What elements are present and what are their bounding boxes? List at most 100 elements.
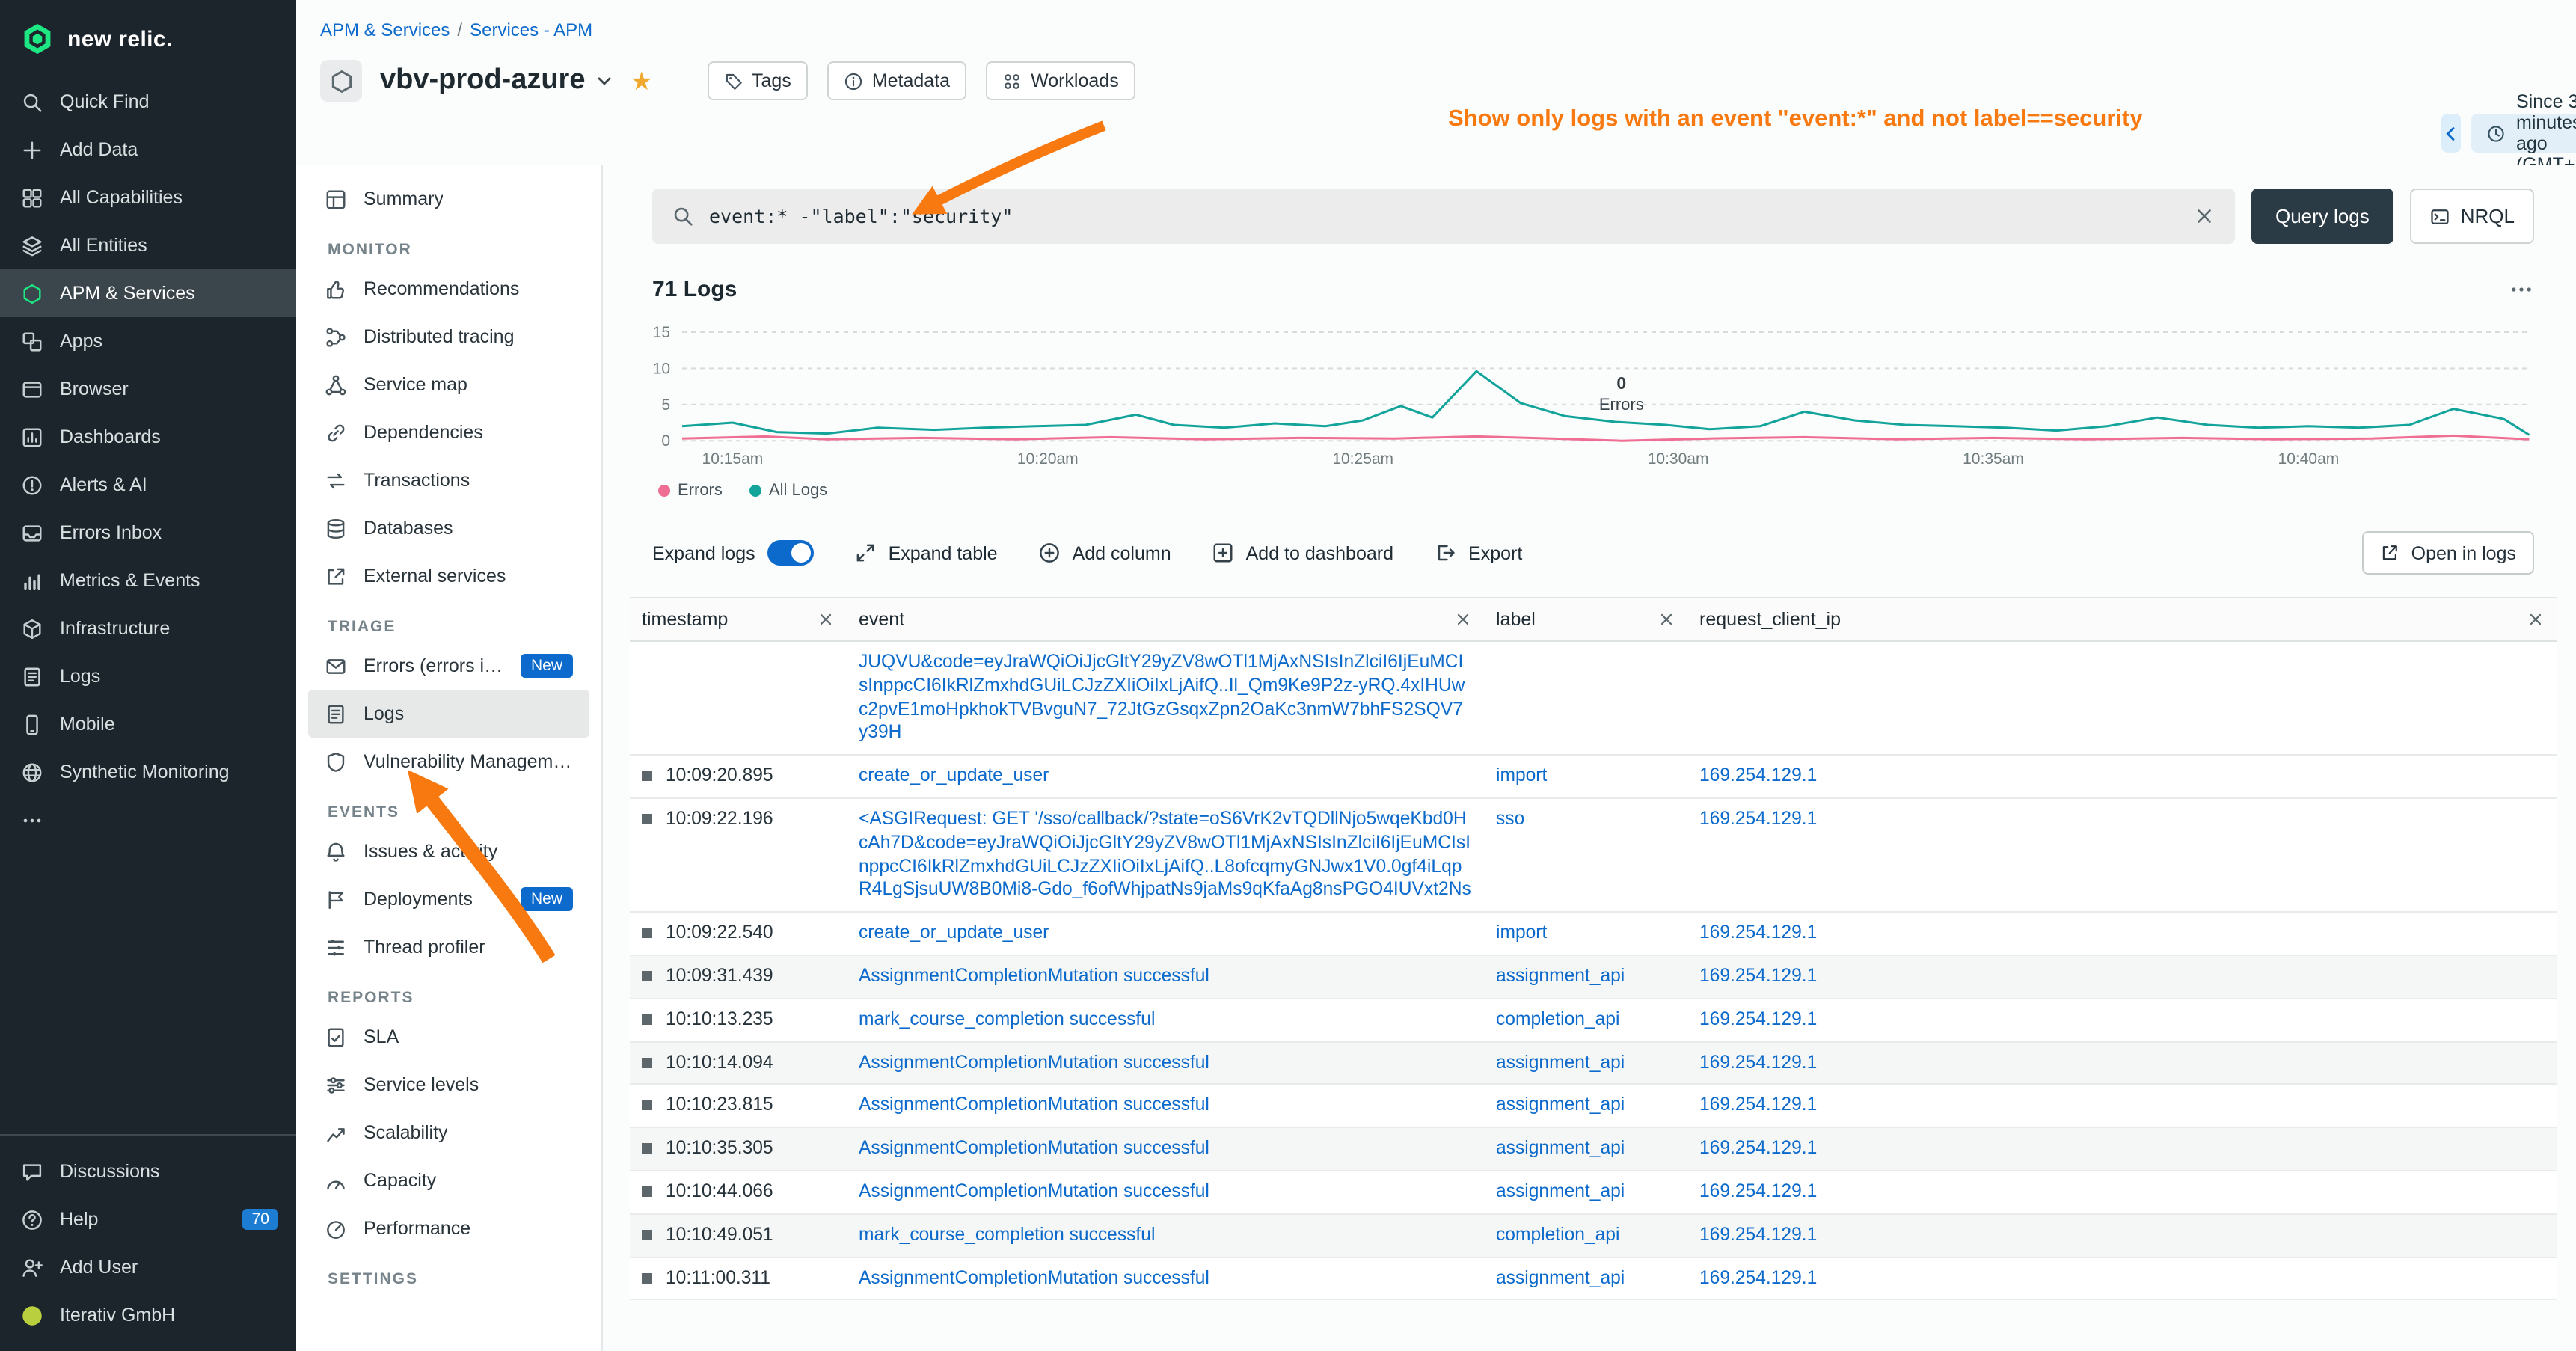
- row-marker[interactable]: [642, 1057, 652, 1067]
- table-row[interactable]: 10:09:31.439AssignmentCompletionMutation…: [630, 956, 2557, 999]
- sidebar-item-synthetic-monitoring[interactable]: Synthetic Monitoring: [0, 748, 296, 796]
- label-link[interactable]: completion_api: [1496, 1224, 1619, 1245]
- row-marker[interactable]: [642, 1143, 652, 1154]
- remove-column-close-icon[interactable]: [1657, 610, 1675, 628]
- sidebar-item-infrastructure[interactable]: Infrastructure: [0, 604, 296, 652]
- row-marker[interactable]: [642, 1272, 652, 1283]
- event-link[interactable]: AssignmentCompletionMutation successful: [859, 1051, 1209, 1072]
- subnav-item-service-levels[interactable]: Service levels: [308, 1061, 589, 1109]
- sidebar-item-discussions[interactable]: Discussions: [0, 1148, 296, 1195]
- ip-link[interactable]: 169.254.129.1: [1699, 765, 1817, 785]
- subnav-item-errors-errors-inb[interactable]: Errors (errors inb...New: [308, 642, 589, 690]
- open-in-logs-button[interactable]: Open in logs: [2362, 531, 2534, 575]
- column-header-timestamp[interactable]: timestamp: [630, 598, 847, 640]
- sidebar-item-add-user[interactable]: Add User: [0, 1243, 296, 1291]
- subnav-item-issues-activity[interactable]: Issues & activity: [308, 827, 589, 875]
- sidebar-item-metrics-events[interactable]: Metrics & Events: [0, 557, 296, 604]
- subnav-item-external-services[interactable]: External services: [308, 552, 589, 600]
- breadcrumb-services-apm[interactable]: Services - APM: [470, 19, 592, 40]
- subnav-item-transactions[interactable]: Transactions: [308, 456, 589, 504]
- table-row[interactable]: 10:10:44.066AssignmentCompletionMutation…: [630, 1171, 2557, 1215]
- subnav-item-summary[interactable]: Summary: [308, 175, 589, 223]
- breadcrumb-apm-services[interactable]: APM & Services: [320, 19, 450, 40]
- column-header-label[interactable]: label: [1484, 598, 1687, 640]
- sidebar-item-help[interactable]: Help70: [0, 1195, 296, 1243]
- ip-link[interactable]: 169.254.129.1: [1699, 1051, 1817, 1072]
- subnav-item-thread-profiler[interactable]: Thread profiler: [308, 923, 589, 971]
- row-marker[interactable]: [642, 971, 652, 981]
- metadata-pill-button[interactable]: Metadata: [827, 61, 966, 100]
- subnav-item-scalability[interactable]: Scalability: [308, 1109, 589, 1157]
- table-row[interactable]: 10:10:23.815AssignmentCompletionMutation…: [630, 1085, 2557, 1129]
- table-row[interactable]: 10:09:22.196<ASGIRequest: GET '/sso/call…: [630, 799, 2557, 913]
- row-marker[interactable]: [642, 1100, 652, 1111]
- remove-column-close-icon[interactable]: [817, 610, 835, 628]
- label-link[interactable]: import: [1496, 765, 1547, 785]
- logs-timeseries-chart[interactable]: 05101510:15am10:20am10:25am10:30am10:35a…: [652, 320, 2576, 479]
- table-row[interactable]: JUQVU&code=eyJraWQiOiJjcGltY29yZV8wOTl1M…: [630, 642, 2557, 756]
- sidebar-item-apps[interactable]: Apps: [0, 317, 296, 365]
- sidebar-item-add-data[interactable]: Add Data: [0, 126, 296, 174]
- row-marker[interactable]: [642, 1230, 652, 1240]
- sidebar-item-errors-inbox[interactable]: Errors Inbox: [0, 509, 296, 557]
- subnav-item-capacity[interactable]: Capacity: [308, 1157, 589, 1204]
- label-link[interactable]: assignment_api: [1496, 1266, 1625, 1287]
- remove-column-close-icon[interactable]: [2527, 610, 2545, 628]
- sidebar-item-dashboards[interactable]: Dashboards: [0, 413, 296, 461]
- row-marker[interactable]: [642, 814, 652, 824]
- subnav-item-dependencies[interactable]: Dependencies: [308, 408, 589, 456]
- remove-column-close-icon[interactable]: [1454, 610, 1472, 628]
- sidebar-item-all-entities[interactable]: All Entities: [0, 221, 296, 269]
- event-link[interactable]: AssignmentCompletionMutation successful: [859, 1094, 1209, 1115]
- export-button[interactable]: Export: [1434, 542, 1522, 564]
- label-link[interactable]: import: [1496, 922, 1547, 943]
- event-link[interactable]: <ASGIRequest: GET '/sso/callback/?state=…: [859, 808, 1471, 900]
- workloads-pill-button[interactable]: Workloads: [986, 61, 1135, 100]
- subnav-item-service-map[interactable]: Service map: [308, 361, 589, 408]
- label-link[interactable]: sso: [1496, 808, 1524, 829]
- sidebar-item-alerts-ai[interactable]: Alerts & AI: [0, 461, 296, 509]
- row-marker[interactable]: [642, 1186, 652, 1197]
- event-link[interactable]: mark_course_completion successful: [859, 1008, 1155, 1029]
- event-link[interactable]: create_or_update_user: [859, 922, 1049, 943]
- event-link[interactable]: AssignmentCompletionMutation successful: [859, 1137, 1209, 1158]
- table-row[interactable]: 10:11:00.311AssignmentCompletionMutation…: [630, 1257, 2557, 1301]
- event-link[interactable]: AssignmentCompletionMutation successful: [859, 965, 1209, 986]
- table-row[interactable]: 10:10:13.235mark_course_completion succe…: [630, 999, 2557, 1043]
- row-marker[interactable]: [642, 928, 652, 938]
- sidebar-item-apm-services[interactable]: APM & Services: [0, 269, 296, 317]
- subnav-item-recommendations[interactable]: Recommendations: [308, 265, 589, 313]
- subnav-item-logs[interactable]: Logs: [308, 690, 589, 738]
- column-header-event[interactable]: event: [847, 598, 1484, 640]
- more-actions-ellipsis-icon[interactable]: [2509, 277, 2534, 302]
- ip-link[interactable]: 169.254.129.1: [1699, 922, 1817, 943]
- expand-logs-toggle[interactable]: [767, 540, 814, 566]
- clear-query-close-icon[interactable]: [2193, 205, 2215, 227]
- query-logs-button[interactable]: Query logs: [2251, 189, 2393, 244]
- sidebar-item-iterativ-gmbh[interactable]: Iterativ GmbH: [0, 1291, 296, 1339]
- time-back-button[interactable]: [2441, 114, 2461, 153]
- ip-link[interactable]: 169.254.129.1: [1699, 808, 1817, 829]
- ip-link[interactable]: 169.254.129.1: [1699, 1224, 1817, 1245]
- logs-query-input[interactable]: event:* -"label":"security": [652, 189, 2235, 244]
- row-marker[interactable]: [642, 771, 652, 781]
- sidebar-item-logs[interactable]: Logs: [0, 652, 296, 700]
- label-link[interactable]: assignment_api: [1496, 1180, 1625, 1201]
- table-row[interactable]: 10:10:14.094AssignmentCompletionMutation…: [630, 1042, 2557, 1085]
- subnav-item-deployments[interactable]: DeploymentsNew: [308, 875, 589, 923]
- add-to-dashboard-button[interactable]: Add to dashboard: [1212, 542, 1393, 564]
- sidebar-item-mobile[interactable]: Mobile: [0, 700, 296, 748]
- table-row[interactable]: 10:10:49.051mark_course_completion succe…: [630, 1215, 2557, 1258]
- table-row[interactable]: 10:09:22.540create_or_update_userimport1…: [630, 913, 2557, 956]
- sidebar-item-browser[interactable]: Browser: [0, 365, 296, 413]
- ip-link[interactable]: 169.254.129.1: [1699, 1094, 1817, 1115]
- table-row[interactable]: 10:09:20.895create_or_update_userimport1…: [630, 756, 2557, 799]
- label-link[interactable]: assignment_api: [1496, 965, 1625, 986]
- subnav-item-performance[interactable]: Performance: [308, 1204, 589, 1252]
- new-relic-logo[interactable]: new relic.: [0, 0, 296, 78]
- ip-link[interactable]: 169.254.129.1: [1699, 965, 1817, 986]
- nrql-button[interactable]: NRQL: [2410, 189, 2534, 244]
- event-link[interactable]: AssignmentCompletionMutation successful: [859, 1180, 1209, 1201]
- row-marker[interactable]: [642, 1014, 652, 1025]
- event-link[interactable]: JUQVU&code=eyJraWQiOiJjcGltY29yZV8wOTl1M…: [859, 651, 1465, 743]
